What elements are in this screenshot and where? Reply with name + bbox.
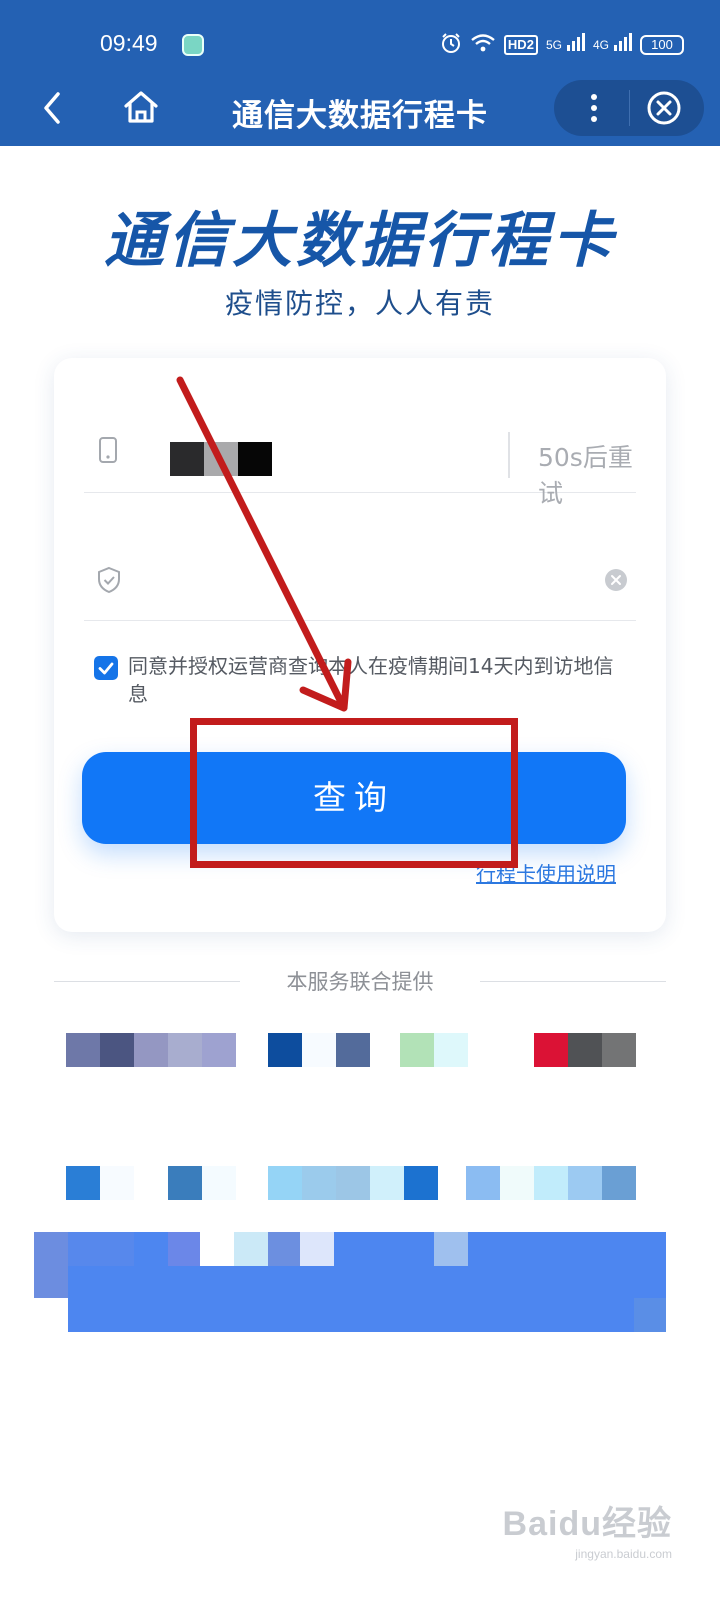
agreement-checkbox[interactable] [94,656,118,680]
provided-by-divider: 本服务联合提供 [54,966,666,996]
status-icons: HD2 5G 4G 100 [440,32,684,58]
partner-logo-7 [466,1166,636,1200]
more-icon[interactable] [574,88,614,128]
sim1-label: 5G [545,38,562,52]
nav-row: 通信大数据行程卡 [0,72,720,146]
clear-input-icon[interactable] [604,568,628,592]
phone-row: 50s后重试 [84,380,636,508]
agreement-text: 同意并授权运营商查询本人在疫情期间14天内到访地信息 [128,654,614,706]
signal-5g-icon: 5G [546,32,585,58]
notification-app-icon [182,34,204,56]
top-bar: 09:49 HD2 5G 4G 100 通信大数据行程卡 [0,0,720,146]
status-time: 09:49 [100,30,158,56]
capsule-divider [629,90,630,126]
hd-icon: HD2 [503,35,538,55]
hero-subtitle: 疫情防控，人人有责 [224,287,495,320]
alarm-icon [440,32,462,58]
signal-4g-icon: 4G [593,32,632,58]
promo-banner [34,1232,666,1332]
wifi-icon [470,33,496,57]
phone-icon [98,436,118,464]
divider-line-right [480,981,666,982]
partner-logo-2 [268,1033,370,1067]
shield-icon [96,566,122,594]
partner-logo-4 [534,1033,636,1067]
close-icon[interactable] [644,88,684,128]
code-row [84,508,636,621]
status-bar: 09:49 HD2 5G 4G 100 [0,24,720,66]
field-divider [508,432,510,478]
partner-logo-6 [268,1166,438,1200]
resend-code-button[interactable]: 50s后重试 [538,438,636,510]
hero-title: 通信大数据行程卡 [104,206,616,276]
verification-code-input[interactable] [156,560,540,602]
partner-logo-5 [66,1166,236,1200]
partner-logo-3 [400,1033,502,1067]
watermark-logo: Baidu经验 [502,1505,672,1543]
mini-program-capsule [554,80,704,136]
watermark-url: jingyan.baidu.com [575,1547,672,1561]
sim2-label: 4G [592,38,609,52]
partner-logo-1 [66,1033,236,1067]
annotation-highlight-box [190,718,518,868]
battery-icon: 100 [640,35,684,55]
baidu-jingyan-watermark: Baidu经验 jingyan.baidu.com [503,1496,672,1561]
phone-number-field[interactable] [170,442,272,476]
